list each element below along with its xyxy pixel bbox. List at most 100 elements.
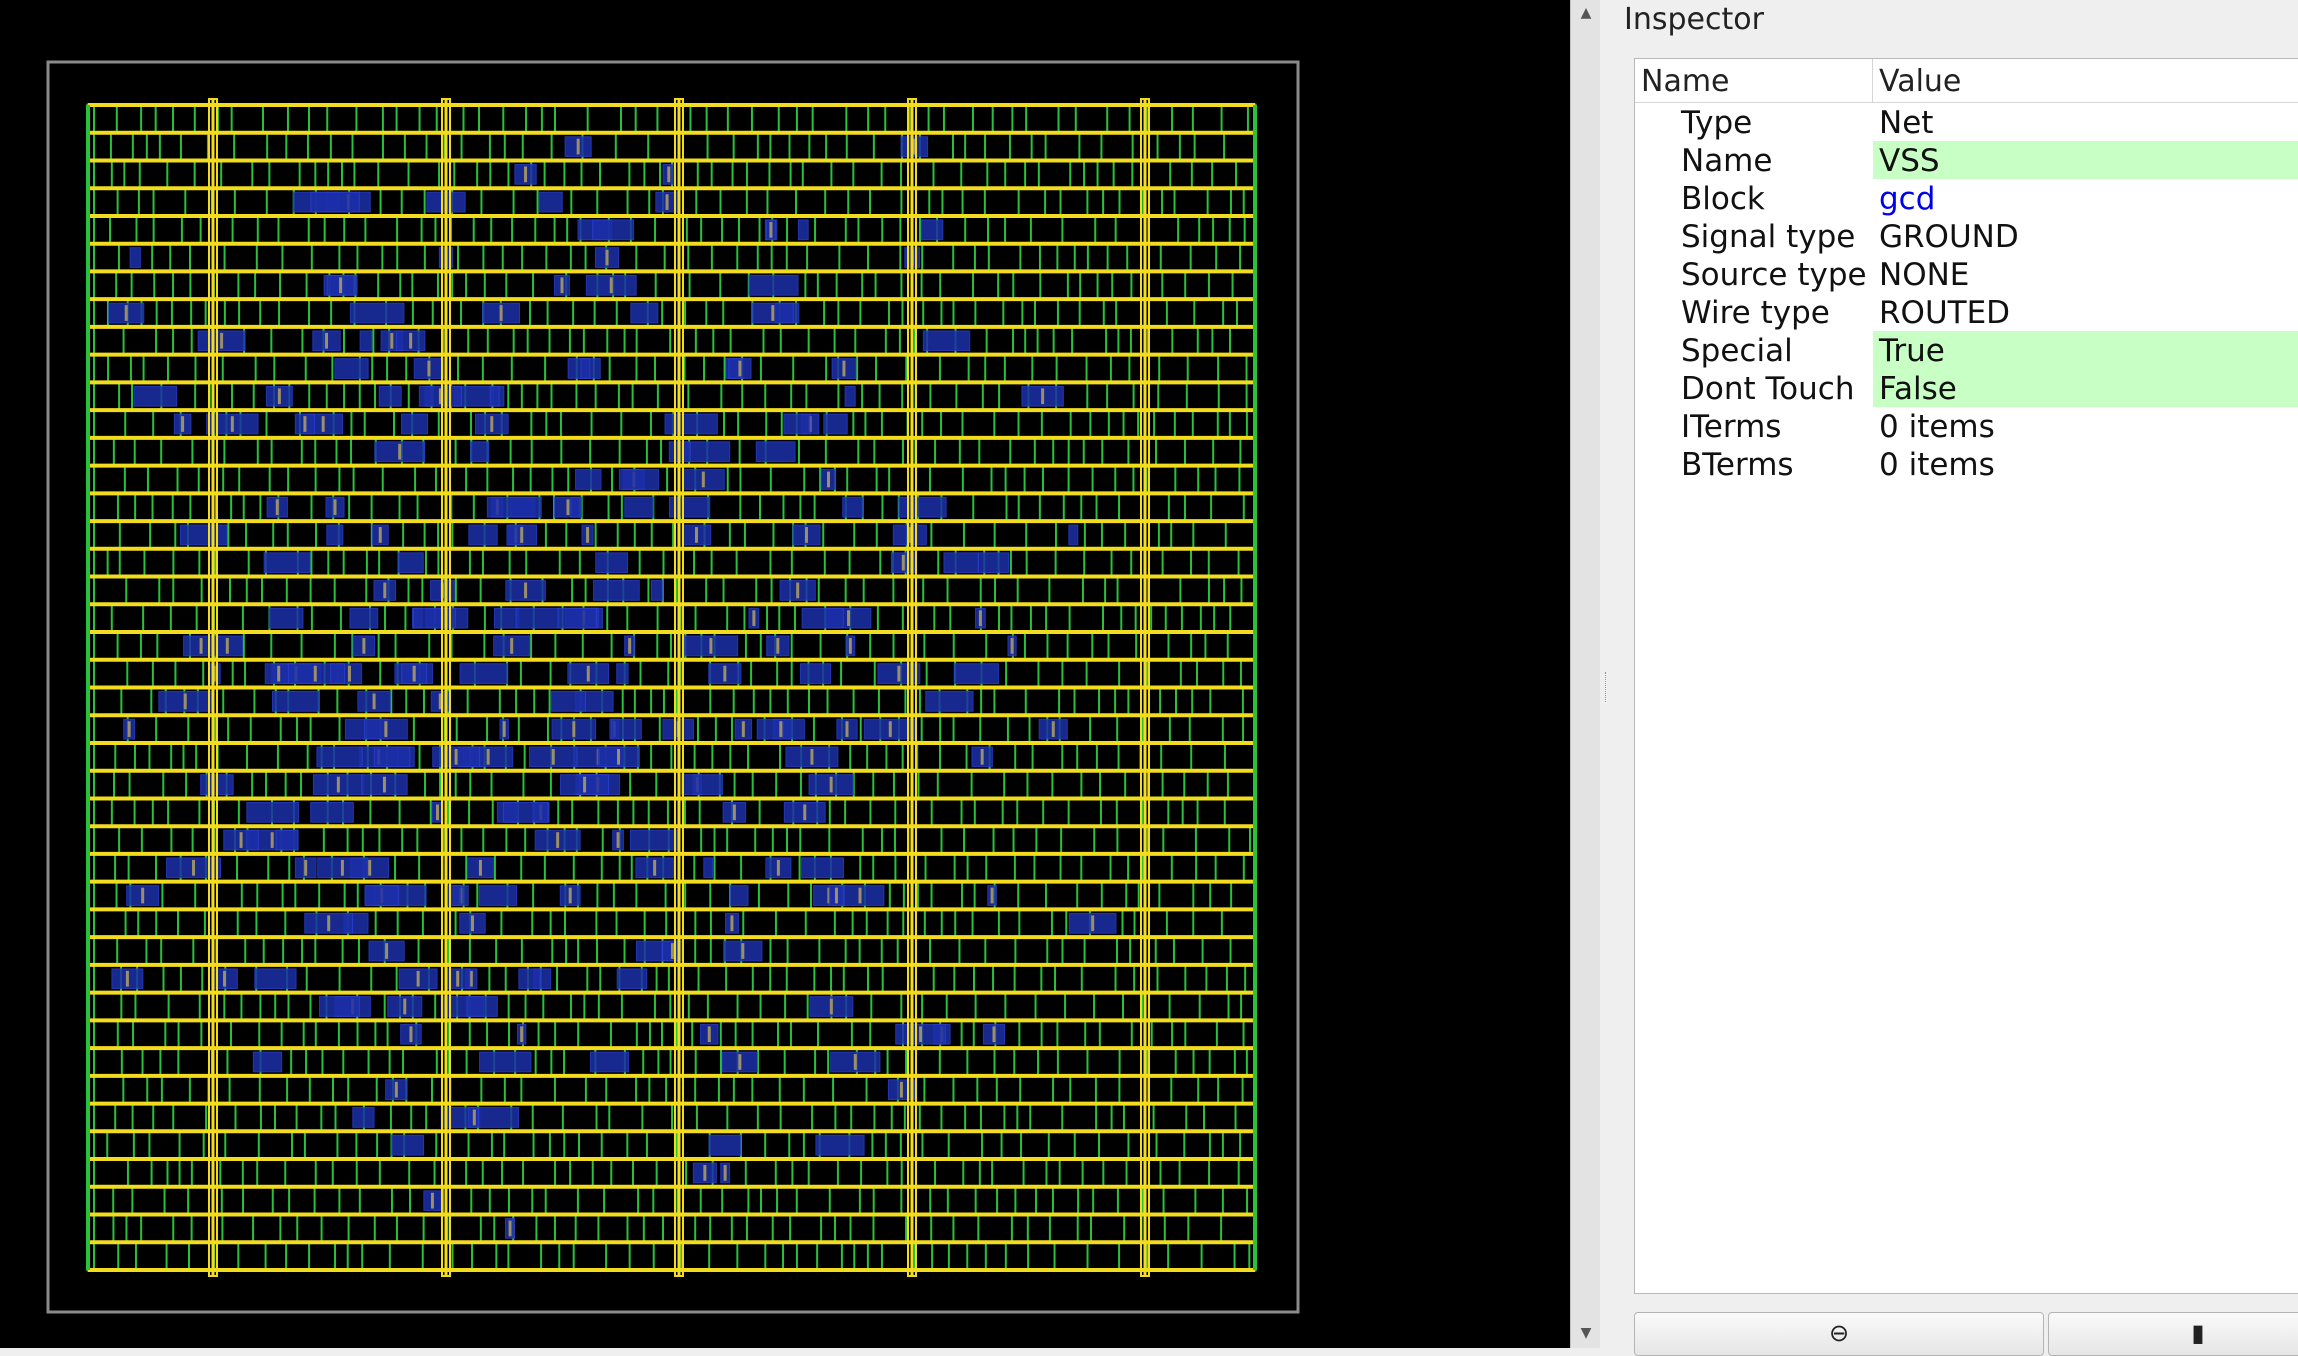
- standard-cell: [349, 302, 405, 324]
- standard-cell: [310, 801, 354, 823]
- standard-cell: [680, 774, 723, 795]
- property-row[interactable]: BTerms 0 items: [1635, 445, 2298, 483]
- standard-cell: [470, 441, 490, 463]
- inspector-button-bar: ⊖ ▮: [1634, 1306, 2298, 1356]
- property-name: Source type: [1681, 257, 1867, 293]
- standard-cell: [797, 219, 809, 241]
- vertical-scrollbar[interactable]: ▲ ▼: [1570, 0, 1600, 1348]
- standard-cell: [925, 691, 974, 712]
- property-row[interactable]: Name VSS: [1635, 141, 2298, 179]
- standard-cell: [1068, 524, 1079, 546]
- standard-cell: [538, 191, 563, 213]
- standard-cell: [616, 968, 648, 990]
- standard-cell: [364, 885, 400, 906]
- standard-cell: [922, 330, 971, 352]
- standard-cell: [708, 1134, 742, 1156]
- property-name: Block: [1681, 181, 1765, 217]
- scroll-up-icon[interactable]: ▲: [1575, 2, 1597, 24]
- property-table[interactable]: Name Value Type Net Name VSS Block gcd Signal …: [1634, 58, 2298, 1294]
- standard-cell: [397, 552, 424, 574]
- standard-cell: [844, 385, 856, 407]
- standard-cell: [783, 413, 811, 435]
- zoom-out-icon: ⊖: [1828, 1319, 1850, 1347]
- highlight-button[interactable]: ▮: [2048, 1312, 2298, 1356]
- standard-cell: [570, 496, 581, 518]
- property-value: 0 items: [1879, 409, 1995, 445]
- column-header-value[interactable]: Value: [1873, 59, 2298, 102]
- property-name: Name: [1681, 143, 1773, 179]
- standard-cell: [801, 857, 845, 879]
- inspector-title: Inspector: [1624, 2, 1764, 37]
- standard-cell: [334, 358, 369, 379]
- standard-cell: [799, 663, 832, 684]
- property-name: Wire type: [1681, 295, 1830, 331]
- property-row[interactable]: Wire type ROUTED: [1635, 293, 2298, 331]
- standard-cell: [580, 358, 591, 379]
- standard-cell: [575, 469, 602, 490]
- standard-cell: [823, 413, 848, 435]
- standard-cell: [352, 1107, 375, 1128]
- standard-cell: [179, 524, 228, 546]
- standard-cell: [593, 580, 640, 601]
- layout-view[interactable]: [0, 0, 1570, 1348]
- property-value: GROUND: [1879, 219, 2019, 255]
- zoom-to-button[interactable]: ⊖: [1634, 1312, 2044, 1356]
- column-header-name[interactable]: Name: [1635, 59, 1873, 102]
- standard-cell: [630, 302, 659, 324]
- property-name: Dont Touch: [1681, 371, 1855, 407]
- standard-cell: [359, 330, 373, 352]
- standard-cell: [391, 1134, 425, 1156]
- property-row[interactable]: Type Net: [1635, 103, 2298, 141]
- property-row[interactable]: Dont Touch False: [1635, 369, 2298, 407]
- standard-cell: [624, 496, 654, 518]
- standard-cell: [133, 385, 178, 407]
- standard-cell: [493, 607, 520, 629]
- property-name: Type: [1681, 105, 1753, 141]
- property-row[interactable]: ITerms 0 items: [1635, 407, 2298, 445]
- standard-cell: [316, 746, 363, 768]
- standard-cell: [466, 996, 498, 1017]
- standard-cell: [978, 552, 1010, 574]
- property-name: ITerms: [1681, 409, 1782, 445]
- property-row[interactable]: Signal type GROUND: [1635, 217, 2298, 255]
- standard-cell: [489, 385, 500, 407]
- property-value-link[interactable]: gcd: [1873, 179, 2298, 217]
- property-value: ROUTED: [1879, 295, 2011, 331]
- standard-cell: [459, 663, 509, 684]
- standard-cell: [629, 829, 679, 851]
- layout-canvas[interactable]: [0, 0, 1570, 1348]
- standard-cell: [801, 607, 844, 629]
- standard-cell: [703, 857, 714, 879]
- standard-cell: [275, 829, 299, 851]
- standard-cell: [611, 718, 642, 740]
- standard-cell: [486, 496, 542, 518]
- standard-cell: [650, 580, 663, 601]
- standard-cell: [920, 219, 944, 241]
- standard-cell: [373, 746, 411, 768]
- property-name: Special: [1681, 333, 1793, 369]
- standard-cell: [557, 607, 597, 629]
- property-value: VSS: [1873, 141, 2298, 179]
- standard-cell: [378, 385, 402, 407]
- highlight-icon: ▮: [2191, 1319, 2205, 1347]
- standard-cell: [268, 607, 304, 629]
- scroll-down-icon[interactable]: ▼: [1575, 1322, 1597, 1344]
- property-row[interactable]: Special True: [1635, 331, 2298, 369]
- standard-cell: [468, 524, 498, 546]
- standard-cell: [592, 219, 635, 241]
- standard-cell: [842, 496, 864, 518]
- inspector-panel: Inspector Name Value Type Net Name VSS Block…: [1612, 0, 2298, 1356]
- standard-cell: [589, 1051, 630, 1073]
- standard-cell: [479, 1051, 532, 1073]
- standard-cell: [748, 274, 799, 296]
- standard-cell: [271, 691, 320, 712]
- standard-cell: [616, 663, 629, 684]
- standard-cell: [401, 413, 429, 435]
- standard-cell: [330, 663, 346, 684]
- property-row[interactable]: Block gcd: [1635, 179, 2298, 217]
- standard-cell: [310, 191, 360, 213]
- standard-cell: [729, 885, 749, 906]
- panel-splitter[interactable]: [1600, 0, 1612, 1348]
- splitter-grip[interactable]: [1605, 672, 1608, 702]
- property-row[interactable]: Source type NONE: [1635, 255, 2298, 293]
